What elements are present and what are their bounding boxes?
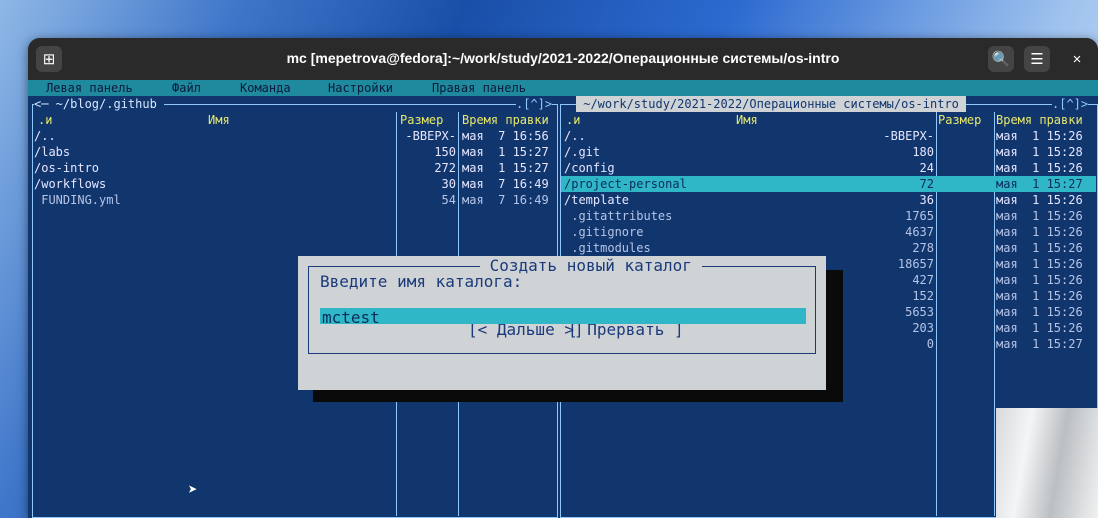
row-time: мая 1 15:26 bbox=[996, 273, 1083, 287]
row-time: мая 1 15:26 bbox=[996, 289, 1083, 303]
right-panel-indicator[interactable]: .[^]> bbox=[1052, 96, 1089, 112]
row-name: /template bbox=[564, 193, 630, 207]
left-header-sort[interactable]: .и bbox=[38, 112, 52, 128]
left-header-time[interactable]: Время правки bbox=[462, 112, 549, 128]
row-name: /labs bbox=[34, 145, 71, 159]
row-time: мая 1 15:28 bbox=[996, 145, 1083, 159]
row-size: 5653 bbox=[905, 305, 934, 319]
row-time: мая 1 15:26 bbox=[996, 161, 1083, 175]
row-time: мая 1 15:26 bbox=[996, 209, 1083, 223]
terminal-window: ⊞ mc [mepetrova@fedora]:~/work/study/202… bbox=[28, 38, 1098, 518]
row-time: мая 1 15:26 bbox=[996, 241, 1083, 255]
table-row[interactable]: .gitmodules 278 мая 1 15:26 bbox=[561, 240, 1096, 256]
menu-settings[interactable]: Настройки bbox=[328, 81, 393, 95]
row-time: мая 7 16:56 bbox=[462, 129, 549, 143]
right-header-size[interactable]: Размер bbox=[938, 112, 981, 128]
row-name: .gitignore bbox=[564, 225, 644, 239]
row-size: 152 bbox=[912, 289, 934, 303]
table-row[interactable]: /config 24 мая 1 15:26 bbox=[561, 160, 1096, 176]
row-time: мая 1 15:27 bbox=[462, 161, 549, 175]
right-header-sort[interactable]: .и bbox=[566, 112, 580, 128]
row-time: мая 1 15:26 bbox=[996, 257, 1083, 271]
row-time: мая 7 16:49 bbox=[462, 177, 549, 191]
row-name: /config bbox=[564, 161, 615, 175]
right-panel-path[interactable]: ~/work/study/2021-2022/Операционные сист… bbox=[576, 96, 967, 112]
row-size: 203 bbox=[912, 321, 934, 335]
table-row[interactable]: /os-intro 272 мая 1 15:27 bbox=[33, 160, 555, 176]
row-size: 18657 bbox=[897, 257, 934, 271]
row-size: 427 bbox=[912, 273, 934, 287]
row-size: -ВВЕРХ- bbox=[405, 129, 456, 143]
row-size: 180 bbox=[912, 145, 934, 159]
menu-command[interactable]: Команда bbox=[240, 81, 291, 95]
row-size: 36 bbox=[919, 193, 934, 207]
mc-menubar: Левая панель Файл Команда Настройки Прав… bbox=[28, 80, 1098, 96]
left-header-name[interactable]: Имя bbox=[208, 112, 230, 128]
row-size: 30 bbox=[441, 177, 456, 191]
menu-right-panel[interactable]: Правая панель bbox=[432, 81, 526, 95]
row-name: FUNDING.yml bbox=[34, 193, 121, 207]
row-size: 72 bbox=[919, 177, 934, 191]
table-row[interactable]: FUNDING.yml 54 мая 7 16:49 bbox=[33, 192, 555, 208]
cancel-button[interactable]: [ Прервать ] bbox=[568, 322, 684, 338]
row-name: .gitmodules bbox=[564, 241, 651, 255]
table-row[interactable]: /.. -ВВЕРХ-мая 1 15:26 bbox=[561, 128, 1096, 144]
left-panel-path[interactable]: <─ ~/blog/.github bbox=[34, 96, 165, 112]
table-row[interactable]: /template 36 мая 1 15:26 bbox=[561, 192, 1096, 208]
table-row[interactable]: /project-personal 72 мая 1 15:27 bbox=[561, 176, 1096, 192]
row-size: 150 bbox=[434, 145, 456, 159]
row-size: 54 bbox=[441, 193, 456, 207]
table-row[interactable]: /.git 180 мая 1 15:28 bbox=[561, 144, 1096, 160]
dirname-input-value: mctest bbox=[322, 308, 380, 327]
menu-file[interactable]: Файл bbox=[172, 81, 201, 95]
row-time: мая 1 15:27 bbox=[996, 177, 1083, 191]
right-header-name[interactable]: Имя bbox=[736, 112, 758, 128]
row-time: мая 1 15:27 bbox=[462, 145, 549, 159]
table-row[interactable]: /workflows 30 мая 7 16:49 bbox=[33, 176, 555, 192]
row-name: /project-personal bbox=[564, 177, 687, 191]
row-name: /.git bbox=[564, 145, 601, 159]
mouse-cursor-icon: ➤ bbox=[188, 480, 198, 499]
row-size: 4637 bbox=[905, 225, 934, 239]
left-header-size[interactable]: Размер bbox=[400, 112, 443, 128]
table-row[interactable]: .gitattributes 1765 мая 1 15:26 bbox=[561, 208, 1096, 224]
row-size: 278 bbox=[912, 241, 934, 255]
table-row[interactable]: .gitignore 4637 мая 1 15:26 bbox=[561, 224, 1096, 240]
left-panel-indicator[interactable]: .[^]> bbox=[516, 96, 553, 112]
table-row[interactable]: /.. -ВВЕРХ-мая 7 16:56 bbox=[33, 128, 555, 144]
row-time: мая 1 15:26 bbox=[996, 129, 1083, 143]
row-time: мая 1 15:26 bbox=[996, 225, 1083, 239]
row-name: /os-intro bbox=[34, 161, 100, 175]
row-name: /.. bbox=[564, 129, 586, 143]
window-title: mc [mepetrova@fedora]:~/work/study/2021-… bbox=[286, 50, 840, 66]
row-name: /.. bbox=[34, 129, 56, 143]
search-icon[interactable]: 🔍 bbox=[988, 46, 1014, 72]
menu-icon[interactable]: ☰ bbox=[1024, 46, 1050, 72]
row-name: .gitattributes bbox=[564, 209, 673, 223]
row-time: мая 1 15:27 bbox=[996, 337, 1083, 351]
background-photo-fragment bbox=[996, 408, 1098, 518]
titlebar: ⊞ mc [mepetrova@fedora]:~/work/study/202… bbox=[28, 38, 1098, 80]
row-time: мая 7 16:49 bbox=[462, 193, 549, 207]
row-size: -ВВЕРХ- bbox=[883, 129, 934, 143]
row-size: 272 bbox=[434, 161, 456, 175]
row-size: 0 bbox=[926, 337, 934, 351]
row-size: 24 bbox=[919, 161, 934, 175]
table-row[interactable]: /labs 150 мая 1 15:27 bbox=[33, 144, 555, 160]
row-size: 1765 bbox=[905, 209, 934, 223]
ok-button[interactable]: [< Дальше >] bbox=[468, 322, 584, 338]
row-time: мая 1 15:26 bbox=[996, 305, 1083, 319]
close-icon[interactable]: × bbox=[1064, 46, 1090, 72]
right-header-time[interactable]: Время правки bbox=[996, 112, 1083, 128]
dirname-input[interactable]: mctest bbox=[320, 308, 806, 327]
menu-left-panel[interactable]: Левая панель bbox=[46, 81, 133, 95]
row-time: мая 1 15:26 bbox=[996, 193, 1083, 207]
dialog-prompt: Введите имя каталога: bbox=[320, 272, 523, 291]
row-time: мая 1 15:26 bbox=[996, 321, 1083, 335]
row-name: /workflows bbox=[34, 177, 107, 191]
